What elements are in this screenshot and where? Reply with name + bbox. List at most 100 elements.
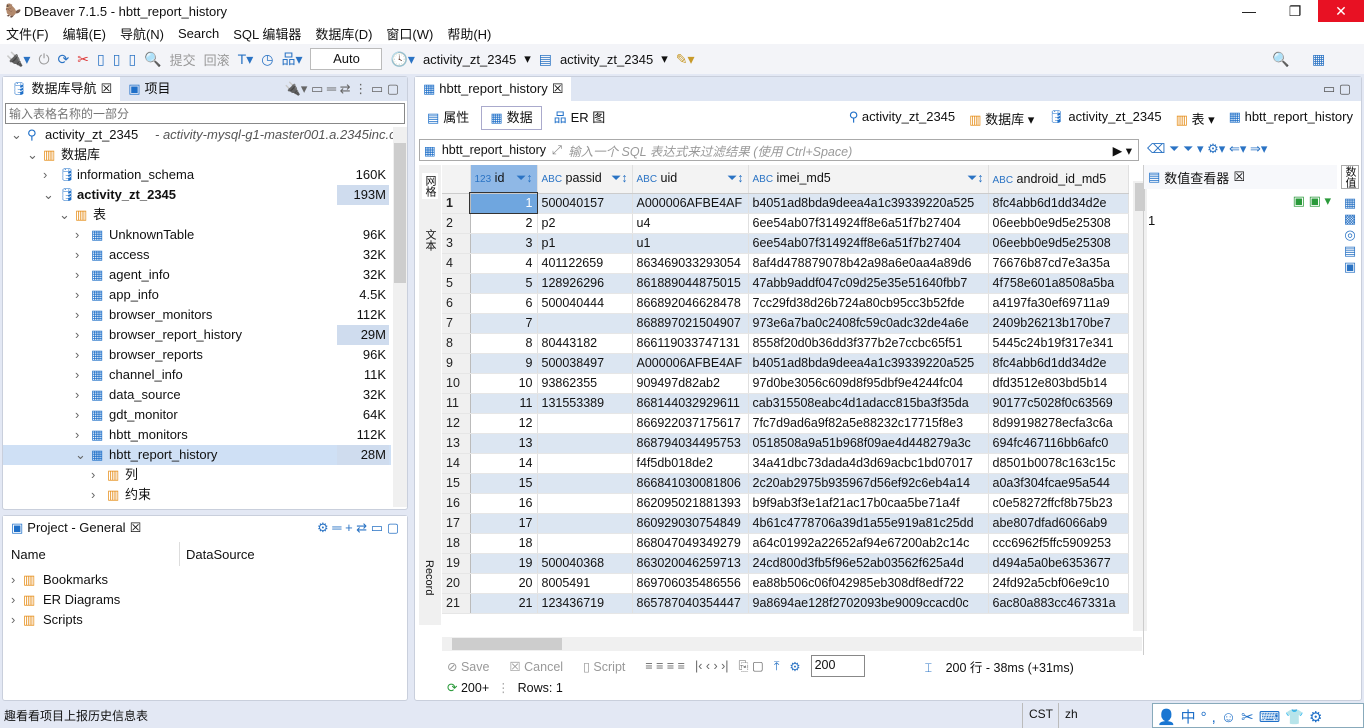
table-cell[interactable]: 128926296: [537, 273, 633, 294]
table-cell[interactable]: a0a3f304fcae95a544: [988, 473, 1129, 494]
table-cell[interactable]: 6ac80a883cc467331a: [988, 593, 1129, 614]
row-number[interactable]: 12: [442, 413, 471, 434]
apply-filter-icon[interactable]: ▶ ▾: [1113, 143, 1132, 158]
table-row[interactable]: 7 7 868897021504907 973e6a7ba0c2408fc59c0ad…: [442, 313, 1129, 334]
table-cell[interactable]: 862095021881393: [632, 493, 749, 514]
maximize-button[interactable]: ❐: [1272, 0, 1318, 22]
table-cell[interactable]: 123436719: [537, 593, 633, 614]
close-icon[interactable]: ☒: [130, 516, 142, 540]
table-cell[interactable]: 06eebb0e9d5e25308: [988, 233, 1129, 254]
value-viewer-content[interactable]: 1: [1148, 213, 1155, 228]
expand-toggle-icon[interactable]: ›: [75, 425, 79, 445]
table-filter-input[interactable]: [5, 103, 405, 124]
table-cell[interactable]: 868897021504907: [632, 313, 749, 334]
table-cell[interactable]: [537, 493, 633, 514]
table-cell[interactable]: d8501b0078c163c15c: [988, 453, 1129, 474]
row-number[interactable]: 14: [442, 453, 471, 474]
column-header[interactable]: 123 id ⏷↕: [470, 165, 538, 194]
text-view-tab[interactable]: 文本: [422, 229, 438, 251]
table-cell[interactable]: [537, 533, 633, 554]
table-cell[interactable]: 24cd800d3fb5f96e52ab03562f625a4d: [748, 553, 989, 574]
menu-item[interactable]: Search: [178, 26, 219, 41]
table-cell[interactable]: 93862355: [537, 373, 633, 394]
table-cell[interactable]: 15: [470, 473, 538, 494]
table-cell[interactable]: 500038497: [537, 353, 633, 374]
project-item[interactable]: › ▥ Scripts: [3, 610, 391, 630]
table-cell[interactable]: [537, 413, 633, 434]
table-cell[interactable]: 866119033747131: [632, 333, 749, 354]
table-cell[interactable]: 80443182: [537, 333, 633, 354]
expand-toggle-icon[interactable]: ›: [75, 265, 79, 285]
table-cell[interactable]: 863469033293054: [632, 253, 749, 274]
settings-icon[interactable]: ⚙: [789, 659, 800, 674]
value-viewer-side-tab[interactable]: 数值: [1341, 165, 1359, 189]
minimize-button[interactable]: —: [1226, 0, 1272, 22]
isolation-icon[interactable]: 品▾: [281, 49, 302, 69]
table-row[interactable]: 6 6 500040444 866892046628478 7cc29fd38d26b7…: [442, 293, 1129, 314]
tree-item[interactable]: › ▦ agent_info 32K: [3, 265, 391, 285]
row-number[interactable]: 15: [442, 473, 471, 494]
tree-item[interactable]: ⌄ ▦ hbtt_report_history 28M: [3, 445, 391, 465]
filter-table-name[interactable]: hbtt_report_history: [442, 143, 546, 157]
table-cell[interactable]: [537, 433, 633, 454]
tree-item[interactable]: › ▦ browser_monitors 112K: [3, 305, 391, 325]
table-cell[interactable]: 5445c24b19f317e341: [988, 333, 1129, 354]
table-cell[interactable]: 21: [470, 593, 538, 614]
find-sql-icon[interactable]: 🔍: [144, 51, 161, 68]
table-cell[interactable]: 2409b26213b170be7: [988, 313, 1129, 334]
menu-item[interactable]: 导航(N): [120, 24, 164, 43]
subtab-data[interactable]: ▦ 数据: [481, 106, 542, 130]
tree-item[interactable]: › ▦ app_info 4.5K: [3, 285, 391, 305]
tree-item[interactable]: › ▦ browser_reports 96K: [3, 345, 391, 365]
project-item[interactable]: › ▥ ER Diagrams: [3, 590, 391, 610]
menu-item[interactable]: 数据库(D): [315, 24, 372, 43]
table-cell[interactable]: 7fc7d9ad6a9f82a5e88232c17715f8e3: [748, 413, 989, 434]
sort-filter-icon[interactable]: ⏷↕: [611, 171, 627, 186]
table-cell[interactable]: 18: [470, 533, 538, 554]
expand-toggle-icon[interactable]: ›: [75, 365, 79, 385]
breadcrumb-item[interactable]: 🛢 activity_zt_2345: [1048, 109, 1161, 128]
table-cell[interactable]: 19: [470, 553, 538, 574]
row-number[interactable]: 18: [442, 533, 471, 554]
table-cell[interactable]: 909497d82ab2: [632, 373, 749, 394]
menu-item[interactable]: 帮助(H): [447, 24, 491, 43]
rollback-button[interactable]: 回滚: [204, 50, 230, 69]
close-icon[interactable]: ☒: [1233, 169, 1245, 185]
breadcrumb-item[interactable]: ⚲ activity_zt_2345: [849, 109, 955, 128]
row-number[interactable]: 1: [442, 193, 471, 214]
row-number[interactable]: 3: [442, 233, 471, 254]
table-cell[interactable]: [537, 313, 633, 334]
expand-toggle-icon[interactable]: ›: [75, 285, 79, 305]
table-cell[interactable]: abe807dfad6066ab9: [988, 513, 1129, 534]
tree-item[interactable]: › ▦ gdt_monitor 64K: [3, 405, 391, 425]
table-cell[interactable]: 9a8694ae128f2702093be9009ccacd0c: [748, 593, 989, 614]
table-cell[interactable]: 3: [470, 233, 538, 254]
table-cell[interactable]: 500040444: [537, 293, 633, 314]
tab-project-general[interactable]: ▣ Project - General ☒: [3, 516, 150, 540]
breadcrumb-item[interactable]: ▥ 数据库 ▾: [969, 109, 1034, 128]
table-row[interactable]: 17 17 860929030754849 4b61c4778706a39d1a55e…: [442, 513, 1129, 534]
table-cell[interactable]: ccc6962f5ffc5909253: [988, 533, 1129, 554]
table-cell[interactable]: 47abb9addf047c09d25e35e51640fbb7: [748, 273, 989, 294]
tree-item[interactable]: › ▥ 约束: [3, 485, 391, 505]
row-number[interactable]: 20: [442, 573, 471, 594]
sql-editor-icon[interactable]: ▯: [97, 51, 105, 68]
table-cell[interactable]: 7cc29fd38d26b724a80cb95cc3b52fde: [748, 293, 989, 314]
expand-toggle-icon[interactable]: ›: [75, 305, 79, 325]
table-cell[interactable]: b9f9ab3f3e1af21ac17b0caa5be71a4f: [748, 493, 989, 514]
table-cell[interactable]: A000006AFBE4AF: [632, 353, 749, 374]
table-cell[interactable]: [537, 453, 633, 474]
misc-icons[interactable]: ⎘ ▢: [739, 658, 764, 674]
column-header[interactable]: ABC passid ⏷↕: [537, 165, 633, 194]
results-grid[interactable]: 123 id ⏷↕ ABC passid ⏷↕ ABC uid ⏷↕ ABC imei_md…: [442, 165, 1132, 635]
save-button[interactable]: ⊘ Save: [447, 659, 499, 674]
tree-item[interactable]: › ▦ access 32K: [3, 245, 391, 265]
fetch-more-button[interactable]: ⟳ 200+: [447, 680, 489, 695]
table-cell[interactable]: c0e58272ffcf8b75b23: [988, 493, 1129, 514]
table-cell[interactable]: 34a41dbc73dada4d3d69acbc1bd07017: [748, 453, 989, 474]
table-cell[interactable]: 97d0be3056c609d8f95dbf9e4244fc04: [748, 373, 989, 394]
history-icon[interactable]: 🕓▾: [390, 51, 414, 68]
disconnect-icon[interactable]: ✂: [77, 51, 89, 68]
table-row[interactable]: 15 15 866841030081806 2c20ab2975b935967d56e…: [442, 473, 1129, 494]
table-cell[interactable]: 868144032929611: [632, 393, 749, 414]
